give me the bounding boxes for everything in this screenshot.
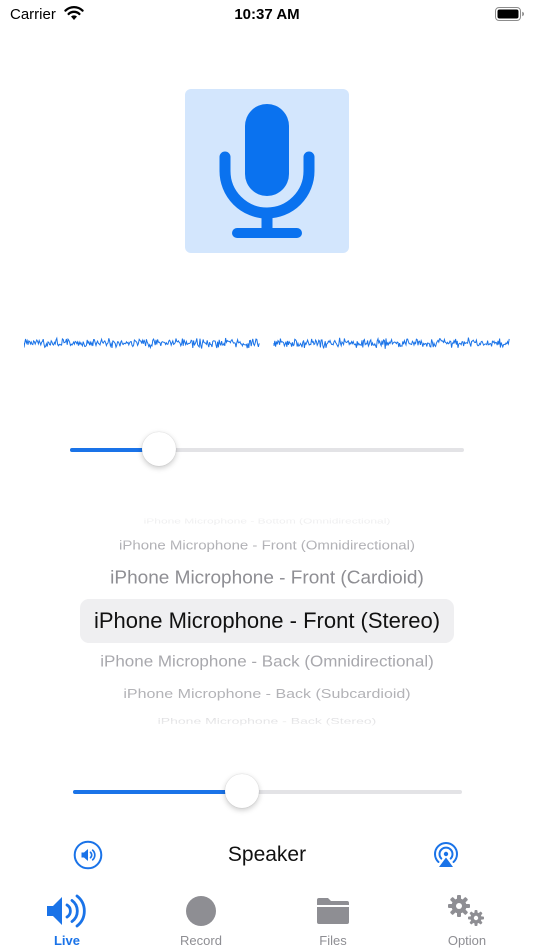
tab-live-label: Live <box>53 933 80 948</box>
tab-record-label: Record <box>180 933 222 948</box>
tab-option[interactable]: Option <box>400 885 534 950</box>
tab-files-label: Files <box>319 933 347 948</box>
picker-option[interactable]: iPhone Microphone - Front (Cardioid) <box>0 569 534 590</box>
battery-icon <box>495 7 525 26</box>
gain-slider-thumb[interactable] <box>141 432 176 466</box>
waveform-left-channel <box>24 336 260 350</box>
input-source-picker[interactable]: iPhone Microphone - Bottom (Omnidirectio… <box>0 510 534 735</box>
status-bar: Carrier 10:37 AM <box>0 0 534 30</box>
gain-slider[interactable] <box>70 430 464 470</box>
picker-option[interactable]: iPhone Microphone - Back (Stereo) <box>0 716 534 726</box>
status-time: 10:37 AM <box>234 6 300 23</box>
picker-option-selected[interactable]: iPhone Microphone - Front (Stereo) <box>0 608 534 634</box>
gain-slider-fill <box>70 448 149 452</box>
picker-option[interactable]: iPhone Microphone - Back (Omnidirectiona… <box>0 653 534 671</box>
folder-icon <box>317 898 349 924</box>
airplay-button[interactable] <box>431 840 461 870</box>
picker-option[interactable]: iPhone Microphone - Front (Omnidirection… <box>0 538 534 552</box>
volume-slider[interactable] <box>73 772 462 812</box>
tab-live[interactable]: Live <box>0 885 134 950</box>
speaker-wave-icon <box>47 894 86 928</box>
gears-icon <box>448 895 484 926</box>
record-icon <box>186 896 216 926</box>
waveform-right-channel <box>273 336 510 349</box>
volume-slider-thumb[interactable] <box>225 774 260 808</box>
picker-option[interactable]: iPhone Microphone - Bottom (Omnidirectio… <box>0 517 534 526</box>
microphone-button[interactable] <box>185 89 349 253</box>
tab-option-label: Option <box>447 933 487 948</box>
picker-option[interactable]: iPhone Microphone - Back (Subcardioid) <box>0 688 534 702</box>
tab-files[interactable]: Files <box>266 885 400 950</box>
microphone-icon <box>219 104 315 238</box>
airplay-icon <box>434 841 458 867</box>
tab-bar: Live Record Files Option <box>0 885 534 950</box>
volume-slider-fill <box>73 790 233 794</box>
audio-waveform <box>24 336 510 350</box>
tab-record[interactable]: Record <box>134 885 268 950</box>
